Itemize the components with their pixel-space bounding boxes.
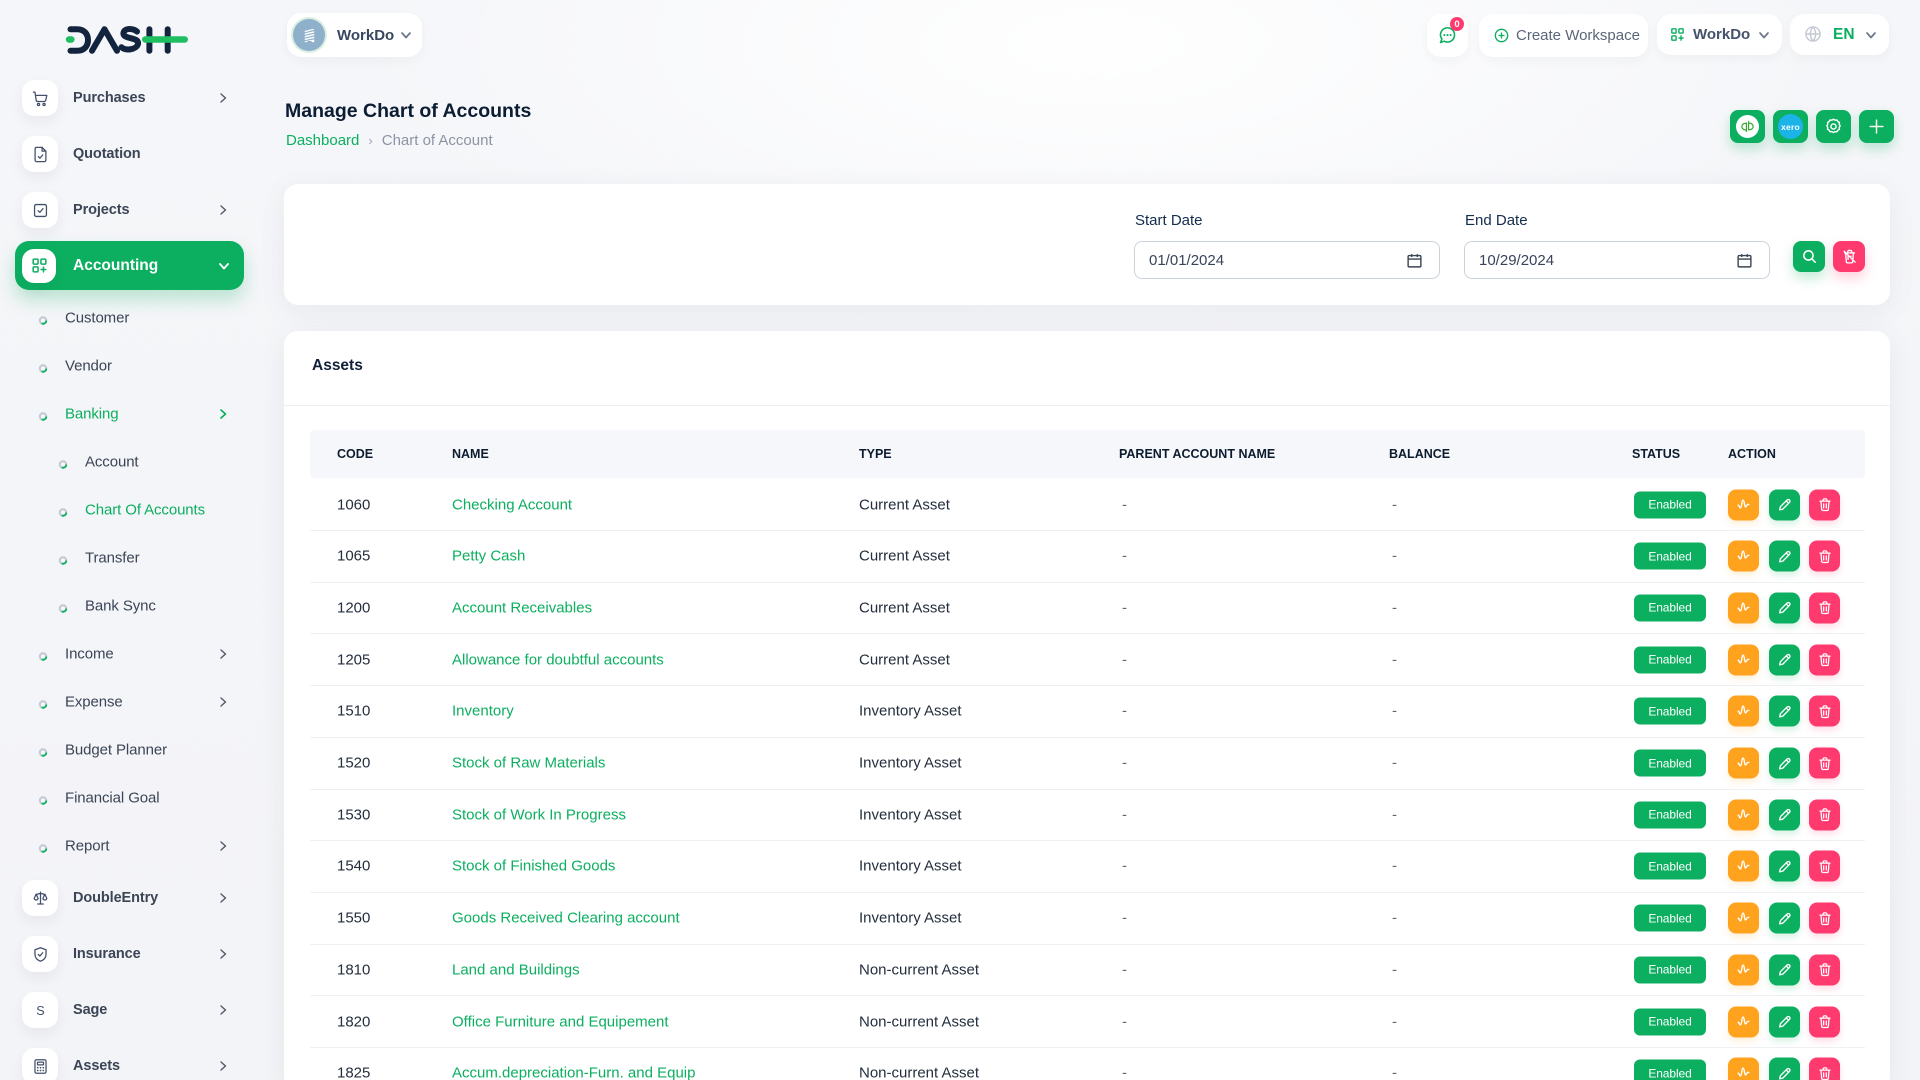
svg-text:S: S [36, 1003, 44, 1017]
